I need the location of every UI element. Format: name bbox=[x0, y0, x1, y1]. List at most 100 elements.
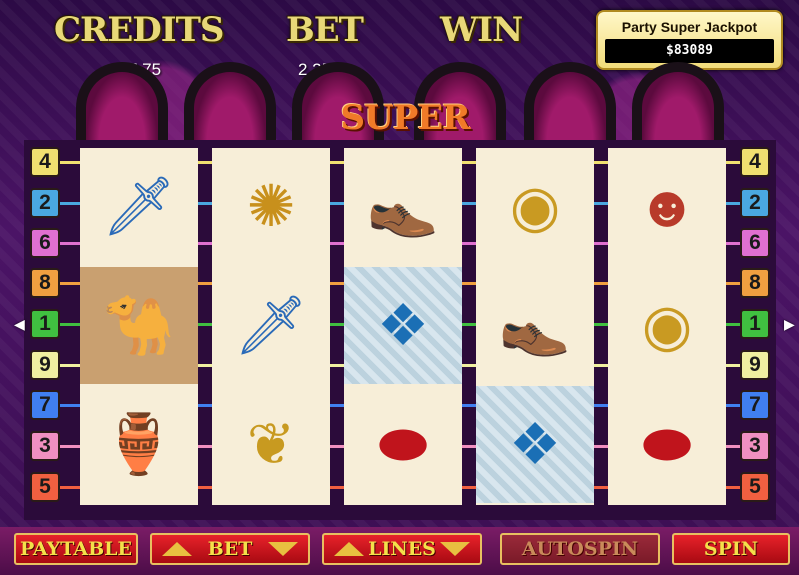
dagger-symbol-icon: 🗡 bbox=[234, 292, 308, 358]
payline-segment bbox=[726, 445, 740, 448]
jackpot-panel: Party Super Jackpot $83089 bbox=[596, 10, 783, 70]
lines-increase-icon[interactable] bbox=[334, 542, 364, 556]
payline-segment bbox=[198, 364, 212, 367]
slipper-symbol-icon: 👞 bbox=[366, 173, 440, 239]
payline-segment bbox=[60, 323, 80, 326]
payline-marker-left-8[interactable]: 8 bbox=[30, 268, 60, 298]
payline-marker-left-9[interactable]: 9 bbox=[30, 350, 60, 380]
payline-segment bbox=[198, 161, 212, 164]
payline-segment bbox=[198, 404, 212, 407]
payline-segment bbox=[198, 202, 212, 205]
rug-symbol-icon: ❖ bbox=[476, 386, 594, 503]
reel-1: 🗡 🐪 🏺 bbox=[80, 148, 198, 505]
paytable-button[interactable]: PAYTABLE bbox=[14, 533, 138, 565]
payline-segment bbox=[198, 282, 212, 285]
payline-segment bbox=[594, 404, 608, 407]
payline-segment bbox=[726, 404, 740, 407]
payline-segment bbox=[462, 445, 476, 448]
jackpot-amount: $83089 bbox=[605, 39, 774, 63]
payline-segment bbox=[462, 161, 476, 164]
payline-marker-left-6[interactable]: 6 bbox=[30, 228, 60, 258]
payline-segment bbox=[330, 202, 344, 205]
payline-segment bbox=[462, 323, 476, 326]
payline-segment bbox=[462, 364, 476, 367]
payline-marker-left-7[interactable]: 7 bbox=[30, 390, 60, 420]
payline-marker-right-1[interactable]: 1 bbox=[740, 309, 770, 339]
coin-symbol-icon: ◉ bbox=[509, 173, 561, 239]
payline-segment bbox=[330, 486, 344, 489]
payline-segment bbox=[330, 445, 344, 448]
payline-segment bbox=[330, 364, 344, 367]
payline-marker-left-5[interactable]: 5 bbox=[30, 472, 60, 502]
payline-marker-left-2[interactable]: 2 bbox=[30, 188, 60, 218]
bet-decrease-icon[interactable] bbox=[268, 542, 298, 556]
payline-segment bbox=[462, 242, 476, 245]
bet-increase-icon[interactable] bbox=[162, 542, 192, 556]
lines-button[interactable]: LINES bbox=[322, 533, 482, 565]
payline-segment bbox=[330, 404, 344, 407]
payline-marker-right-3[interactable]: 3 bbox=[740, 431, 770, 461]
pillow-symbol-icon: ⬬ bbox=[378, 411, 428, 477]
payline-segment bbox=[462, 202, 476, 205]
payline-segment bbox=[198, 445, 212, 448]
payline-segment bbox=[594, 282, 608, 285]
payline-segment bbox=[60, 161, 80, 164]
payline-marker-right-7[interactable]: 7 bbox=[740, 390, 770, 420]
left-arrow-icon: ◀ bbox=[14, 316, 25, 332]
payline-marker-right-5[interactable]: 5 bbox=[740, 472, 770, 502]
payline-segment bbox=[330, 282, 344, 285]
payline-segment bbox=[330, 242, 344, 245]
coin-symbol-icon: ◉ bbox=[641, 292, 693, 358]
payline-segment bbox=[60, 445, 80, 448]
payline-segment bbox=[198, 323, 212, 326]
autospin-button[interactable]: AUTOSPIN bbox=[500, 533, 660, 565]
payline-marker-right-2[interactable]: 2 bbox=[740, 188, 770, 218]
credits-label: CREDITS bbox=[54, 10, 224, 50]
payline-segment bbox=[594, 445, 608, 448]
payline-marker-left-3[interactable]: 3 bbox=[30, 431, 60, 461]
jackpot-title: Party Super Jackpot bbox=[621, 19, 758, 35]
payline-marker-right-9[interactable]: 9 bbox=[740, 350, 770, 380]
payline-segment bbox=[726, 364, 740, 367]
payline-marker-left-1[interactable]: 1 bbox=[30, 309, 60, 339]
bet-label: BET bbox=[286, 10, 364, 50]
payline-segment bbox=[198, 242, 212, 245]
payline-segment bbox=[726, 486, 740, 489]
payline-segment bbox=[330, 323, 344, 326]
payline-segment bbox=[594, 202, 608, 205]
payline-segment bbox=[726, 202, 740, 205]
right-arrow-icon: ▶ bbox=[784, 316, 795, 332]
payline-segment bbox=[462, 282, 476, 285]
rug-symbol-icon: ❖ bbox=[344, 267, 462, 384]
necklace-symbol-icon: ❦ bbox=[246, 411, 296, 477]
payline-segment bbox=[594, 242, 608, 245]
payline-marker-right-6[interactable]: 6 bbox=[740, 228, 770, 258]
payline-marker-right-4[interactable]: 4 bbox=[740, 147, 770, 177]
mystic-symbol-icon: ☻ bbox=[636, 173, 698, 239]
payline-segment bbox=[726, 242, 740, 245]
bet-button[interactable]: BET bbox=[150, 533, 310, 565]
payline-segment bbox=[726, 323, 740, 326]
payline-segment bbox=[726, 282, 740, 285]
payline-segment bbox=[594, 161, 608, 164]
payline-segment bbox=[594, 323, 608, 326]
lines-decrease-icon[interactable] bbox=[439, 542, 470, 556]
camel-symbol-icon: 🐪 bbox=[80, 267, 198, 384]
payline-segment bbox=[462, 404, 476, 407]
payline-segment bbox=[594, 486, 608, 489]
reel-2: ✺ 🗡 ❦ bbox=[212, 148, 330, 505]
dagger-symbol-icon: 🗡 bbox=[102, 173, 176, 239]
reel-3: 👞 ❖ ⬬ bbox=[344, 148, 462, 505]
payline-segment bbox=[60, 202, 80, 205]
reel-5: ☻ ◉ ⬬ bbox=[608, 148, 726, 505]
payline-marker-left-4[interactable]: 4 bbox=[30, 147, 60, 177]
payline-segment bbox=[60, 282, 80, 285]
bet-button-label: BET bbox=[207, 538, 253, 560]
reel-4: ◉ 👞 ❖ bbox=[476, 148, 594, 505]
payline-marker-right-8[interactable]: 8 bbox=[740, 268, 770, 298]
spin-button[interactable]: SPIN bbox=[672, 533, 790, 565]
payline-segment bbox=[594, 364, 608, 367]
payline-segment bbox=[60, 404, 80, 407]
slipper-symbol-icon: 👞 bbox=[498, 292, 572, 358]
win-label: WIN bbox=[440, 10, 523, 50]
